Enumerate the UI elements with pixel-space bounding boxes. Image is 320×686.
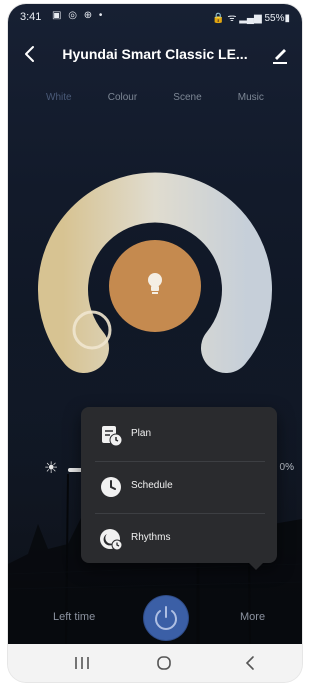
phone-frame: 3:41 ▣ ◎ ⊕ • 🔒 ᯤ ▂▄▆ 55%▮ Hyundai Smart … xyxy=(8,4,302,682)
home-icon[interactable] xyxy=(152,654,176,672)
plan-icon xyxy=(102,426,123,447)
power-icon xyxy=(155,606,177,630)
tab-colour[interactable]: Colour xyxy=(102,88,143,112)
tab-music[interactable]: Music xyxy=(232,88,270,112)
status-time: 3:41 xyxy=(20,11,42,23)
back-nav-icon[interactable] xyxy=(238,654,262,672)
back-button[interactable] xyxy=(18,42,42,66)
top-bar: Hyundai Smart Classic LE... xyxy=(8,34,302,74)
menu-label-schedule: Schedule xyxy=(131,480,173,491)
page-title: Hyundai Smart Classic LE... xyxy=(62,46,248,62)
menu-label-rhythms: Rhythms xyxy=(131,532,171,543)
edit-button[interactable] xyxy=(268,42,292,66)
system-status-icons: 🔒 ᯤ ▂▄▆ 55%▮ xyxy=(212,13,290,24)
tab-scene[interactable]: Scene xyxy=(167,88,207,112)
brightness-percent: 0% xyxy=(279,462,294,473)
pencil-icon xyxy=(273,49,287,64)
tab-white[interactable]: White xyxy=(40,88,78,112)
more-button[interactable]: More xyxy=(240,611,265,623)
bottom-action-bar: Left time More xyxy=(8,594,302,644)
rhythms-icon xyxy=(100,529,123,551)
menu-label-plan: Plan xyxy=(131,428,152,439)
menu-item-rhythms[interactable]: Rhythms xyxy=(81,513,277,565)
mode-tabs: White Colour Scene Music xyxy=(8,88,302,112)
schedule-icon xyxy=(101,477,121,497)
notification-icons: ▣ ◎ ⊕ • xyxy=(52,10,105,21)
recent-apps-icon[interactable] xyxy=(70,654,94,672)
menu-item-plan[interactable]: Plan xyxy=(81,409,277,461)
left-time-button[interactable]: Left time xyxy=(53,611,95,623)
app-screen: 3:41 ▣ ◎ ⊕ • 🔒 ᯤ ▂▄▆ 55%▮ Hyundai Smart … xyxy=(8,4,302,644)
color-temperature-wheel[interactable] xyxy=(8,154,302,394)
status-bar: 3:41 ▣ ◎ ⊕ • 🔒 ᯤ ▂▄▆ 55%▮ xyxy=(8,4,302,30)
chevron-left-icon xyxy=(25,46,34,62)
system-navigation-bar xyxy=(8,644,302,682)
more-menu: Plan Schedule Rhythms xyxy=(81,407,277,570)
menu-item-schedule[interactable]: Schedule xyxy=(81,461,277,513)
power-button[interactable] xyxy=(144,596,188,640)
sun-icon: ☀ xyxy=(44,460,59,477)
